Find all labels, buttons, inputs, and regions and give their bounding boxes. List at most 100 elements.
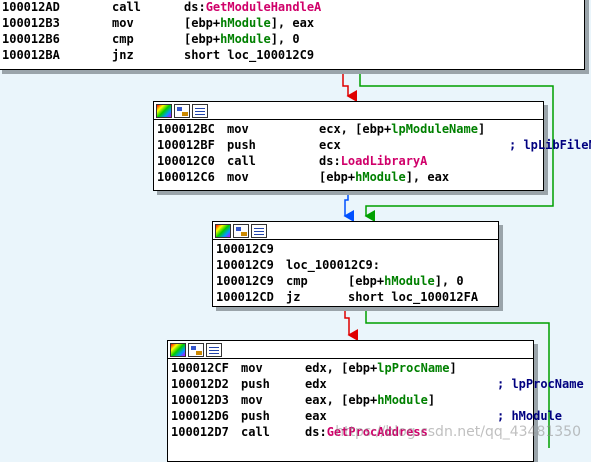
operand-text: ds: bbox=[184, 0, 206, 14]
asm-mnemonic: jnz bbox=[112, 48, 134, 62]
asm-line[interactable]: 100012B6 cmp [ebp+hModule], 0 bbox=[2, 31, 584, 47]
asm-mnemonic: call bbox=[227, 154, 256, 168]
asm-line[interactable]: 100012CF mov edx, [ebp+lpProcName] bbox=[171, 360, 533, 376]
asm-mnemonic: mov bbox=[112, 16, 134, 30]
operand-text: eax bbox=[305, 409, 327, 423]
asm-operands: eax, [ebp+hModule] bbox=[305, 392, 435, 408]
asm-line[interactable]: 100012AD call ds:GetModuleHandleA bbox=[2, 0, 584, 15]
asm-comment: ; lpLibFileName bbox=[509, 138, 591, 152]
asm-mnemonic: call bbox=[241, 425, 270, 439]
text-view-icon[interactable] bbox=[251, 223, 267, 238]
stack-variable[interactable]: lpProcName bbox=[377, 361, 449, 375]
asm-operands: [ebp+hModule], 0 bbox=[184, 31, 300, 47]
asm-address: 100012B3 bbox=[2, 16, 60, 30]
text-view-icon[interactable] bbox=[206, 342, 222, 357]
asm-mnemonic: jz bbox=[286, 290, 301, 304]
asm-mnemonic: mov bbox=[241, 361, 263, 375]
asm-operands: ds:GetModuleHandleA bbox=[184, 0, 321, 15]
block-lines: 100012AD call ds:GetModuleHandleA 100012B3 m… bbox=[0, 0, 584, 65]
edge-block2-to-block3 bbox=[343, 190, 354, 222]
asm-line[interactable]: 100012D3 mov eax, [ebp+hModule] bbox=[171, 392, 533, 408]
asm-operands: [ebp+hModule], eax bbox=[319, 169, 449, 185]
stack-variable[interactable]: hModule bbox=[384, 274, 435, 288]
color-palette-icon[interactable] bbox=[215, 223, 231, 238]
asm-line[interactable]: 100012C0 call ds:LoadLibraryA bbox=[157, 153, 543, 169]
stack-variable[interactable]: hModule bbox=[220, 16, 271, 30]
operand-text: ] bbox=[477, 122, 486, 136]
stack-variable[interactable]: hModule bbox=[220, 32, 271, 46]
asm-line[interactable]: 100012D6 push eax ; hModule bbox=[171, 408, 562, 424]
stack-variable[interactable]: hModule bbox=[355, 170, 406, 184]
asm-operands: short loc_100012C9 bbox=[184, 47, 314, 63]
asm-address: 100012D6 bbox=[171, 409, 229, 423]
api-symbol[interactable]: LoadLibraryA bbox=[341, 154, 428, 168]
block-header bbox=[213, 222, 498, 240]
operand-text: ] bbox=[427, 393, 436, 407]
api-symbol[interactable]: GetModuleHandleA bbox=[206, 0, 322, 14]
graph-view-icon[interactable] bbox=[188, 342, 204, 357]
block-header bbox=[168, 341, 533, 359]
color-palette-icon[interactable] bbox=[170, 342, 186, 357]
asm-operands: ecx bbox=[319, 137, 509, 153]
asm-operands: [ebp+hModule], eax bbox=[184, 15, 314, 31]
operand-text: ] bbox=[449, 361, 457, 375]
operand-text: edx bbox=[305, 377, 327, 391]
asm-mnemonic: push bbox=[241, 409, 270, 423]
graph-view-icon[interactable] bbox=[174, 103, 190, 118]
code-block-getmodulehandle[interactable]: 100012AD call ds:GetModuleHandleA 100012B3 m… bbox=[0, 0, 585, 70]
asm-line[interactable]: 100012C9 cmp [ebp+hModule], 0 bbox=[216, 273, 498, 289]
asm-address: 100012D2 bbox=[171, 377, 229, 391]
stack-variable[interactable]: lpModuleName bbox=[391, 122, 478, 136]
asm-address: 100012C0 bbox=[157, 154, 215, 168]
operand-text: ds: bbox=[319, 154, 341, 168]
asm-line[interactable]: 100012C6 mov [ebp+hModule], eax bbox=[157, 169, 543, 185]
asm-address: 100012CF bbox=[171, 361, 229, 375]
asm-address: 100012D7 bbox=[171, 425, 229, 439]
asm-address: 100012D3 bbox=[171, 393, 229, 407]
operand-text: ], eax bbox=[405, 170, 450, 184]
asm-operands: short loc_100012FA bbox=[348, 289, 478, 305]
asm-address: 100012BF bbox=[157, 138, 215, 152]
asm-address: 100012AD bbox=[2, 0, 60, 14]
operand-text: ], eax bbox=[270, 16, 315, 30]
asm-line[interactable]: 100012BC mov ecx, [ebp+lpModuleName] bbox=[157, 121, 543, 137]
asm-line[interactable]: 100012C9 loc_100012C9: bbox=[216, 257, 498, 273]
asm-line[interactable]: 100012BA jnz short loc_100012C9 bbox=[2, 47, 584, 63]
operand-text: [ebp+ bbox=[348, 274, 385, 288]
operand-text: ds: bbox=[305, 425, 327, 439]
asm-address: 100012BC bbox=[157, 122, 215, 136]
asm-address: 100012BA bbox=[2, 48, 60, 62]
code-block-loadlibrary[interactable]: 100012BC mov ecx, [ebp+lpModuleName] 100012… bbox=[153, 101, 591, 191]
text-view-icon[interactable] bbox=[192, 103, 208, 118]
asm-operands: eax bbox=[305, 408, 497, 424]
color-palette-icon[interactable] bbox=[156, 103, 172, 118]
asm-operands: ecx, [ebp+lpModuleName] bbox=[319, 121, 485, 137]
asm-address: 100012C9 bbox=[216, 242, 274, 256]
stack-variable[interactable]: hModule bbox=[377, 393, 428, 407]
asm-address: 100012C9 bbox=[216, 274, 274, 288]
edge-block3-to-block4 bbox=[344, 306, 358, 341]
asm-operands: edx bbox=[305, 376, 497, 392]
asm-mnemonic: mov bbox=[241, 393, 263, 407]
operand-text: edx, [ebp+ bbox=[305, 361, 378, 375]
operand-text: [ebp+ bbox=[319, 170, 356, 184]
block-header bbox=[154, 102, 543, 120]
edge-block1-to-block2 bbox=[342, 70, 357, 102]
operand-text: ], 0 bbox=[270, 32, 300, 46]
graph-view-icon[interactable] bbox=[233, 223, 249, 238]
code-block-loc-100012c9[interactable]: 100012C9 100012C9 loc_100012C9: 100012C9 cmp… bbox=[212, 221, 499, 307]
asm-operands: [ebp+hModule], 0 bbox=[348, 273, 464, 289]
operand-text: [ebp+ bbox=[184, 32, 221, 46]
block-lines: 100012C9 100012C9 loc_100012C9: 100012C9 cmp… bbox=[213, 240, 498, 307]
asm-line[interactable]: 100012C9 bbox=[216, 241, 498, 257]
code-block-getprocaddress[interactable]: 100012CF mov edx, [ebp+lpProcName] 100012D2… bbox=[167, 340, 584, 462]
operand-text: short loc_100012FA bbox=[348, 290, 479, 304]
asm-mnemonic: cmp bbox=[112, 32, 134, 46]
operand-text: ecx bbox=[319, 138, 341, 152]
asm-line[interactable]: 100012B3 mov [ebp+hModule], eax bbox=[2, 15, 584, 31]
asm-line[interactable]: 100012CD jz short loc_100012FA bbox=[216, 289, 498, 305]
block-lines: 100012BC mov ecx, [ebp+lpModuleName] 100012… bbox=[154, 120, 591, 187]
asm-line[interactable]: 100012D2 push edx ; lpProcName bbox=[171, 376, 584, 392]
asm-comment: ; lpProcName bbox=[497, 377, 584, 391]
asm-line[interactable]: 100012BF push ecx ; lpLibFileName bbox=[157, 137, 591, 153]
